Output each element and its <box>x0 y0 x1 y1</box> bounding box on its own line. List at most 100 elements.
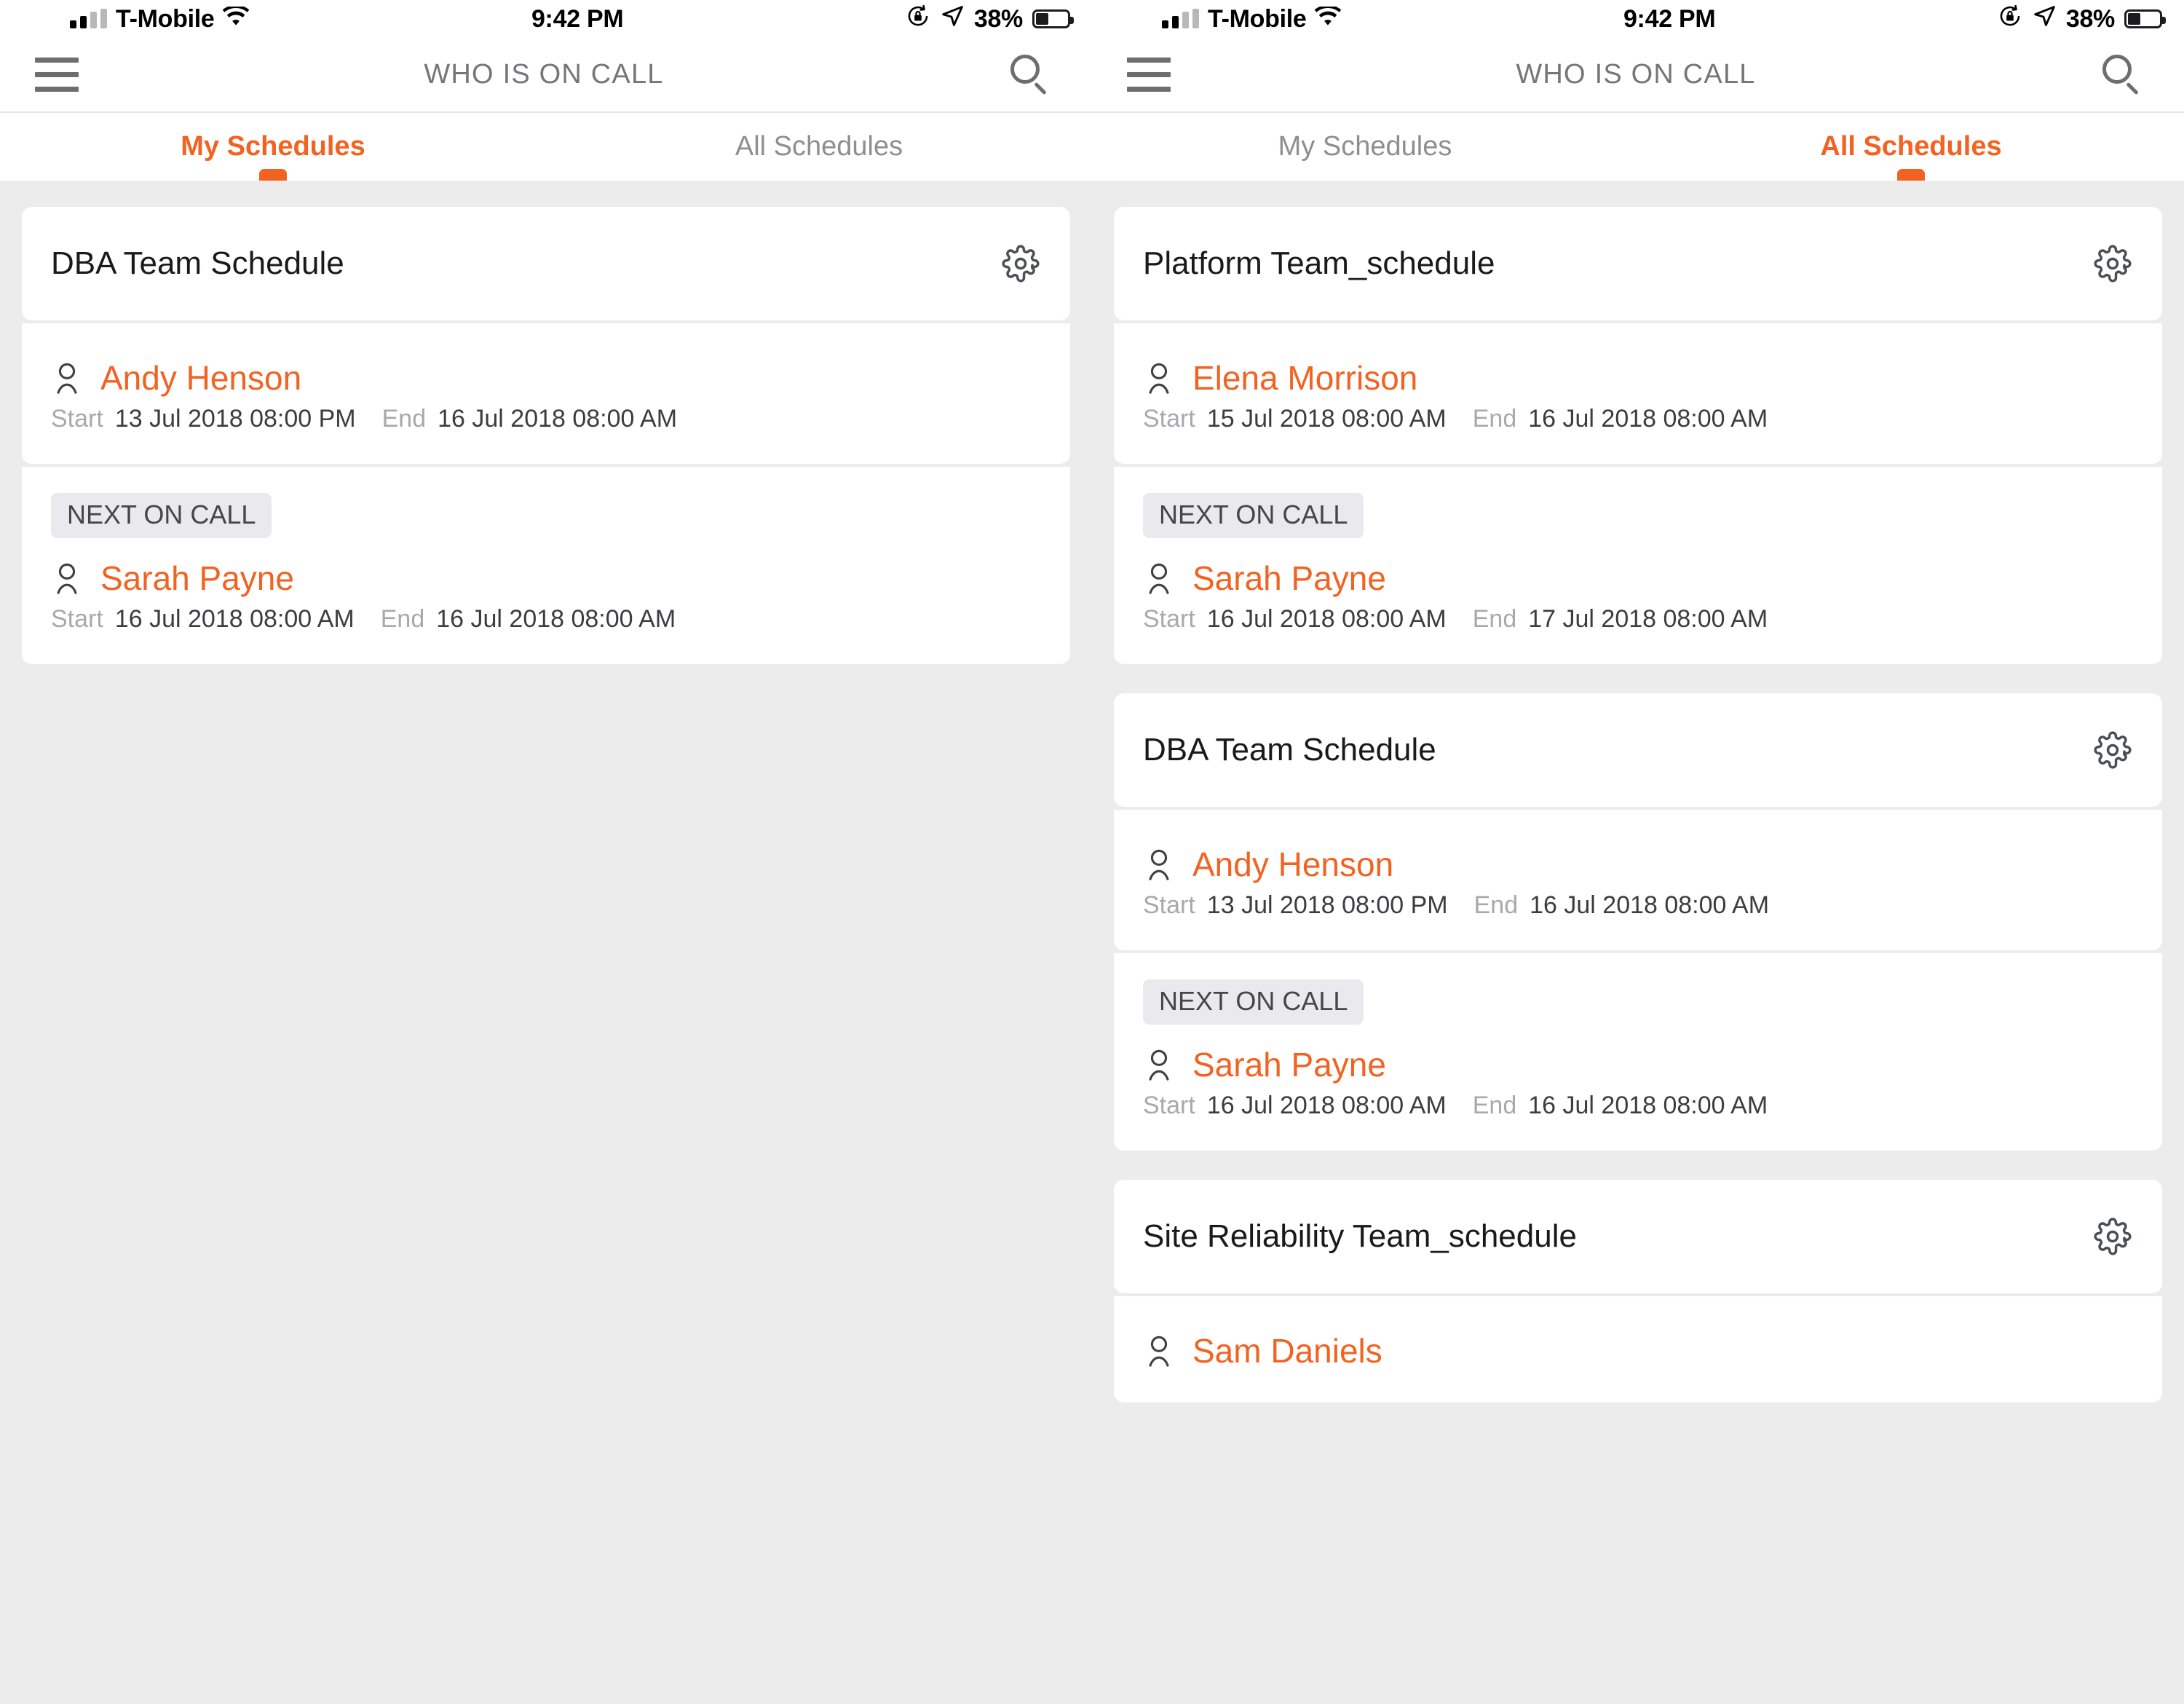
person-icon <box>1143 1333 1175 1369</box>
shift-row: NEXT ON CALL Sarah Payne Start 16 Jul 20… <box>1143 972 2133 1120</box>
on-call-person[interactable]: Sam Daniels <box>1143 1331 2133 1370</box>
person-icon <box>51 560 83 596</box>
phone-panel-right: T-Mobile 9:42 PM 38% WHO IS ON CALL My S… <box>1092 0 2184 1704</box>
status-bar-left: T-Mobile <box>1162 4 1342 33</box>
gear-icon[interactable] <box>1002 245 1040 283</box>
card-body: NEXT ON CALL Sarah Payne Start 16 Jul 20… <box>1114 953 2162 1151</box>
page-title: WHO IS ON CALL <box>1516 59 1756 90</box>
hamburger-menu-icon[interactable] <box>35 58 79 92</box>
search-icon[interactable] <box>2101 54 2143 96</box>
end-value: 17 Jul 2018 08:00 AM <box>1528 605 1768 633</box>
tab-label: My Schedules <box>181 131 365 162</box>
person-name: Sarah Payne <box>100 559 294 597</box>
status-bar-center: 9:42 PM <box>1341 5 1997 33</box>
status-badge: NEXT ON CALL <box>1143 979 1364 1025</box>
person-name: Andy Henson <box>1192 845 1394 883</box>
phone-panel-left: T-Mobile 9:42 PM 38% WHO IS ON CALL My S… <box>0 0 1092 1704</box>
dual-phone-screenshot: T-Mobile 9:42 PM 38% WHO IS ON CALL My S… <box>0 0 2184 1704</box>
shift-row: Sam Daniels <box>1143 1331 2133 1370</box>
end-value: 16 Jul 2018 08:00 AM <box>1528 405 1768 433</box>
start-value: 16 Jul 2018 08:00 AM <box>114 605 355 633</box>
card-body: Elena Morrison Start 15 Jul 2018 08:00 A… <box>1114 323 2162 464</box>
start-value: 15 Jul 2018 08:00 AM <box>1206 405 1447 433</box>
on-call-person[interactable]: Andy Henson <box>1143 845 2133 884</box>
battery-percent-label: 38% <box>973 4 1023 33</box>
search-icon[interactable] <box>1009 54 1051 96</box>
start-label: Start <box>1143 605 1195 633</box>
tab-label: All Schedules <box>1820 131 2002 162</box>
gear-icon[interactable] <box>2094 731 2132 769</box>
rotation-lock-icon <box>1998 4 2022 35</box>
schedule-list[interactable]: Platform Team_schedule Elena Morrison St… <box>1092 181 2184 1704</box>
tab-bar: My Schedules All Schedules <box>0 113 1092 188</box>
status-bar-center: 9:42 PM <box>249 5 905 33</box>
person-icon <box>1143 360 1175 396</box>
hamburger-menu-icon[interactable] <box>1127 58 1171 92</box>
schedule-card: DBA Team Schedule Andy Henson Start 13 J… <box>22 207 1070 664</box>
clock-label: 9:42 PM <box>531 4 624 33</box>
tab-all-schedules[interactable]: All Schedules <box>1638 113 2184 188</box>
status-badge: NEXT ON CALL <box>1143 493 1364 538</box>
shift-row: Elena Morrison Start 15 Jul 2018 08:00 A… <box>1143 358 2133 433</box>
carrier-label: T-Mobile <box>1208 4 1307 33</box>
shift-row: NEXT ON CALL Sarah Payne Start 16 Jul 20… <box>51 486 1041 634</box>
shift-times: Start 15 Jul 2018 08:00 AM End 16 Jul 20… <box>1143 405 2133 433</box>
status-bar-right: 38% <box>906 4 1074 35</box>
on-call-person[interactable]: Andy Henson <box>51 358 1041 398</box>
person-name: Sarah Payne <box>1192 1046 1386 1084</box>
battery-icon <box>2124 9 2166 28</box>
person-name: Sarah Payne <box>1192 559 1386 597</box>
on-call-person[interactable]: Sarah Payne <box>1143 559 2133 598</box>
schedule-title: DBA Team Schedule <box>1143 732 1436 768</box>
signal-bars-icon <box>1162 9 1199 28</box>
schedule-title: Platform Team_schedule <box>1143 245 1495 281</box>
page-title: WHO IS ON CALL <box>424 59 664 90</box>
wifi-icon <box>223 4 250 33</box>
start-label: Start <box>51 405 103 433</box>
on-call-person[interactable]: Sarah Payne <box>1143 1045 2133 1084</box>
on-call-person[interactable]: Elena Morrison <box>1143 358 2133 398</box>
card-body: Sam Daniels <box>1114 1296 2162 1403</box>
start-value: 16 Jul 2018 08:00 AM <box>1206 1092 1447 1119</box>
end-value: 16 Jul 2018 08:00 AM <box>1528 1092 1768 1119</box>
signal-bars-icon <box>70 9 107 28</box>
tab-my-schedules[interactable]: My Schedules <box>0 113 546 188</box>
nav-bar: WHO IS ON CALL <box>1092 38 2184 113</box>
status-badge: NEXT ON CALL <box>51 493 272 538</box>
rotation-lock-icon <box>906 4 930 35</box>
start-value: 16 Jul 2018 08:00 AM <box>1206 605 1447 633</box>
card-body: NEXT ON CALL Sarah Payne Start 16 Jul 20… <box>22 467 1070 664</box>
schedule-list[interactable]: DBA Team Schedule Andy Henson Start 13 J… <box>0 181 1092 1704</box>
end-value: 16 Jul 2018 08:00 AM <box>438 405 678 433</box>
tab-my-schedules[interactable]: My Schedules <box>1092 113 1638 181</box>
status-bar-right: 38% <box>1998 4 2166 35</box>
end-label: End <box>1472 405 1517 433</box>
schedule-title: DBA Team Schedule <box>51 245 344 281</box>
tab-bar: My Schedules All Schedules <box>1092 113 2184 188</box>
person-name: Sam Daniels <box>1192 1332 1382 1370</box>
on-call-person[interactable]: Sarah Payne <box>51 559 1041 598</box>
clock-label: 9:42 PM <box>1623 4 1716 33</box>
card-body: Andy Henson Start 13 Jul 2018 08:00 PM E… <box>1114 810 2162 950</box>
tab-all-schedules[interactable]: All Schedules <box>546 113 1092 181</box>
shift-row: Andy Henson Start 13 Jul 2018 08:00 PM E… <box>51 358 1041 433</box>
gear-icon[interactable] <box>2094 1218 2132 1255</box>
card-header: Platform Team_schedule <box>1114 207 2162 320</box>
person-icon <box>1143 1046 1175 1083</box>
start-value: 13 Jul 2018 08:00 PM <box>114 405 356 433</box>
shift-row: Andy Henson Start 13 Jul 2018 08:00 PM E… <box>1143 845 2133 920</box>
wifi-icon <box>1315 4 1342 33</box>
card-header: DBA Team Schedule <box>1114 693 2162 807</box>
nav-bar: WHO IS ON CALL <box>0 38 1092 113</box>
schedule-title: Site Reliability Team_schedule <box>1143 1218 1577 1254</box>
status-bar: T-Mobile 9:42 PM 38% <box>0 0 1092 38</box>
schedule-card: Platform Team_schedule Elena Morrison St… <box>1114 207 2162 664</box>
card-header: DBA Team Schedule <box>22 207 1070 320</box>
shift-row: NEXT ON CALL Sarah Payne Start 16 Jul 20… <box>1143 486 2133 634</box>
end-label: End <box>1473 891 1519 919</box>
person-name: Elena Morrison <box>1192 359 1418 397</box>
end-label: End <box>1472 1092 1517 1119</box>
tab-label: My Schedules <box>1278 131 1452 162</box>
gear-icon[interactable] <box>2094 245 2132 283</box>
end-label: End <box>1472 605 1517 633</box>
